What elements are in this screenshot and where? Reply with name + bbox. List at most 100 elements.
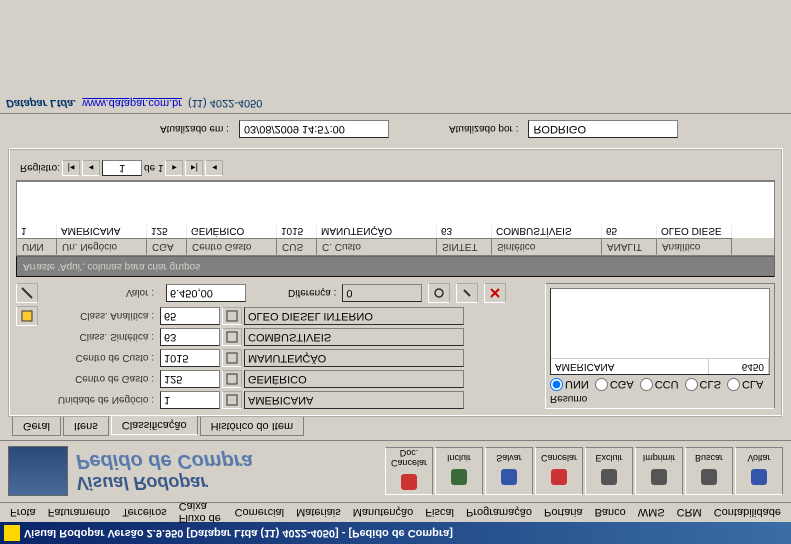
- menu-banco[interactable]: Banco: [589, 505, 632, 521]
- tab-classificação[interactable]: Classificação: [111, 416, 198, 435]
- tool-icon[interactable]: [456, 283, 478, 303]
- cancelar-button[interactable]: Cancelar: [535, 448, 583, 496]
- resumo-radio-cls[interactable]: CLS: [685, 378, 721, 391]
- status-company: Datapar Ltda.: [6, 98, 76, 110]
- nav-of-label: de 1: [144, 163, 163, 174]
- refresh-icon[interactable]: [428, 283, 450, 303]
- class-sintetica-desc: [244, 328, 464, 346]
- side-tool-2-icon[interactable]: [16, 283, 38, 303]
- menu-fiscal[interactable]: Fiscal: [419, 505, 460, 521]
- side-tool-1-icon[interactable]: [16, 306, 38, 326]
- window-titlebar: Visual Rodopar Versão 2.9.950 [Datapar L…: [0, 522, 791, 544]
- centro-gasto-label: Centro de Gasto :: [50, 374, 160, 385]
- class-analitica-label: Class. Analítica :: [50, 311, 160, 322]
- cancel-icon: [547, 466, 571, 490]
- centro-custo-code[interactable]: [160, 349, 220, 367]
- menu-comercial[interactable]: Comercial: [229, 505, 291, 521]
- updated-by-value: [528, 120, 678, 138]
- tab-histórico-do-item[interactable]: Histórico do Item: [200, 417, 305, 436]
- valor-input[interactable]: [166, 284, 246, 302]
- excluir-button[interactable]: Excluir: [585, 448, 633, 496]
- cancelar-doc--button[interactable]: Cancelar Doc.: [385, 448, 433, 496]
- resumo-row[interactable]: AMERICANA6450: [551, 358, 769, 374]
- classification-panel: Unidade de Negócio : Centro de Gasto : C…: [8, 148, 783, 417]
- centro-gasto-lookup[interactable]: [222, 370, 242, 388]
- class-sintetica-lookup[interactable]: [222, 328, 242, 346]
- class-sintetica-label: Class. Sintética :: [50, 332, 160, 343]
- centro-custo-label: Centro de Custo :: [50, 353, 160, 364]
- nav-last-icon[interactable]: ▸|: [185, 160, 203, 176]
- statusbar: Datapar Ltda. www.datapar.com.br (11) 40…: [0, 94, 791, 114]
- salvar-button[interactable]: Salvar: [485, 448, 533, 496]
- grid-col-unn[interactable]: UNN: [17, 238, 57, 255]
- status-phone: (11) 4022-4050: [188, 98, 262, 110]
- tab-geral[interactable]: Geral: [12, 417, 61, 436]
- grid-col-analit[interactable]: ANALIT: [602, 238, 657, 255]
- toolbar: Cancelar Doc.IncluirSalvarCancelarExclui…: [385, 448, 783, 496]
- voltar-button[interactable]: Voltar: [735, 448, 783, 496]
- menu-crm[interactable]: CRM: [671, 505, 708, 521]
- grid-group-bar[interactable]: Arraste 'Aqui', colunas para criar grupo…: [16, 256, 775, 277]
- stop-icon: [397, 471, 421, 495]
- grid-col-cus[interactable]: CUS: [277, 238, 317, 255]
- unidade-negocio-lookup[interactable]: [222, 391, 242, 409]
- tab-itens[interactable]: Itens: [63, 417, 109, 436]
- centro-custo-lookup[interactable]: [222, 349, 242, 367]
- grid-col-sintético[interactable]: Sintético: [492, 238, 602, 255]
- centro-gasto-code[interactable]: [160, 370, 220, 388]
- nav-next-icon[interactable]: ▸: [165, 160, 183, 176]
- menu-faturamento[interactable]: Faturamento: [42, 505, 116, 521]
- menu-portaria[interactable]: Portaria: [538, 505, 589, 521]
- classification-grid[interactable]: UNNUn. NegócioCGACentro GastoCUSC. Custo…: [16, 181, 775, 256]
- nav-current[interactable]: [102, 160, 142, 176]
- grid-col-sintet[interactable]: SINTET: [437, 238, 492, 255]
- plus-icon: [447, 466, 471, 490]
- menu-programação[interactable]: Programação: [460, 505, 538, 521]
- updated-at-value: [239, 120, 389, 138]
- update-info-row: Atualizado em : Atualizado por :: [0, 114, 791, 144]
- trash-icon: [597, 466, 621, 490]
- buscar-button[interactable]: Buscar: [685, 448, 733, 496]
- centro-gasto-desc: [244, 370, 464, 388]
- menu-fluxo-de-caixa[interactable]: Fluxo de Caixa: [173, 499, 229, 527]
- resumo-radio-ccu[interactable]: CCU: [640, 378, 679, 391]
- nav-prev-icon[interactable]: ◂: [82, 160, 100, 176]
- grid-col-cga[interactable]: CGA: [147, 238, 187, 255]
- truck-logo-icon: [8, 447, 68, 497]
- resumo-grid[interactable]: AMERICANA6450: [550, 288, 770, 375]
- resumo-radio-unn[interactable]: UNN: [550, 378, 589, 391]
- menu-terceiros[interactable]: Terceiros: [116, 505, 173, 521]
- resumo-panel: Resumo UNN CGA CCU CLS CLA AMERICANA6450: [545, 283, 775, 409]
- nav-first-icon[interactable]: |◂: [62, 160, 80, 176]
- brand-title: Visual Rodopar: [76, 473, 385, 494]
- class-analitica-desc: [244, 307, 464, 325]
- class-sintetica-code[interactable]: [160, 328, 220, 346]
- unidade-negocio-desc: [244, 391, 464, 409]
- menu-frota[interactable]: Frota: [4, 505, 42, 521]
- resumo-radio-cga[interactable]: CGA: [595, 378, 634, 391]
- class-analitica-lookup[interactable]: [222, 307, 242, 325]
- unidade-negocio-code[interactable]: [160, 391, 220, 409]
- menu-materiais[interactable]: Materiais: [290, 505, 347, 521]
- grid-row[interactable]: 1AMERICANA125GENÉRICO1015MANUTENÇÃO63COM…: [17, 223, 774, 238]
- incluir-button[interactable]: Incluir: [435, 448, 483, 496]
- menu-contabilidade[interactable]: Contabilidade: [708, 505, 787, 521]
- record-navigator: Registro: |◂ ◂ de 1 ▸ ▸| ◂: [16, 156, 775, 181]
- printer-icon: [647, 466, 671, 490]
- delete-icon[interactable]: [484, 283, 506, 303]
- grid-col-un-negócio[interactable]: Un. Negócio: [57, 238, 147, 255]
- resumo-radio-cla[interactable]: CLA: [727, 378, 763, 391]
- menu-wms[interactable]: WMS: [632, 505, 671, 521]
- class-analitica-code[interactable]: [160, 307, 220, 325]
- grid-col-c-custo[interactable]: C. Custo: [317, 238, 437, 255]
- unidade-negocio-label: Unidade de Negócio :: [50, 395, 160, 406]
- disk-icon: [497, 466, 521, 490]
- nav-extra-icon[interactable]: ◂: [205, 160, 223, 176]
- status-url[interactable]: www.datapar.com.br: [82, 98, 182, 110]
- grid-col-analítico[interactable]: Analítico: [657, 238, 732, 255]
- grid-col-centro-gasto[interactable]: Centro Gasto: [187, 238, 277, 255]
- imprimir-button[interactable]: Imprimir: [635, 448, 683, 496]
- app-icon: [4, 525, 20, 541]
- header: Visual Rodopar Pedido de Compra Cancelar…: [0, 440, 791, 502]
- menu-manutenção[interactable]: Manutenção: [347, 505, 420, 521]
